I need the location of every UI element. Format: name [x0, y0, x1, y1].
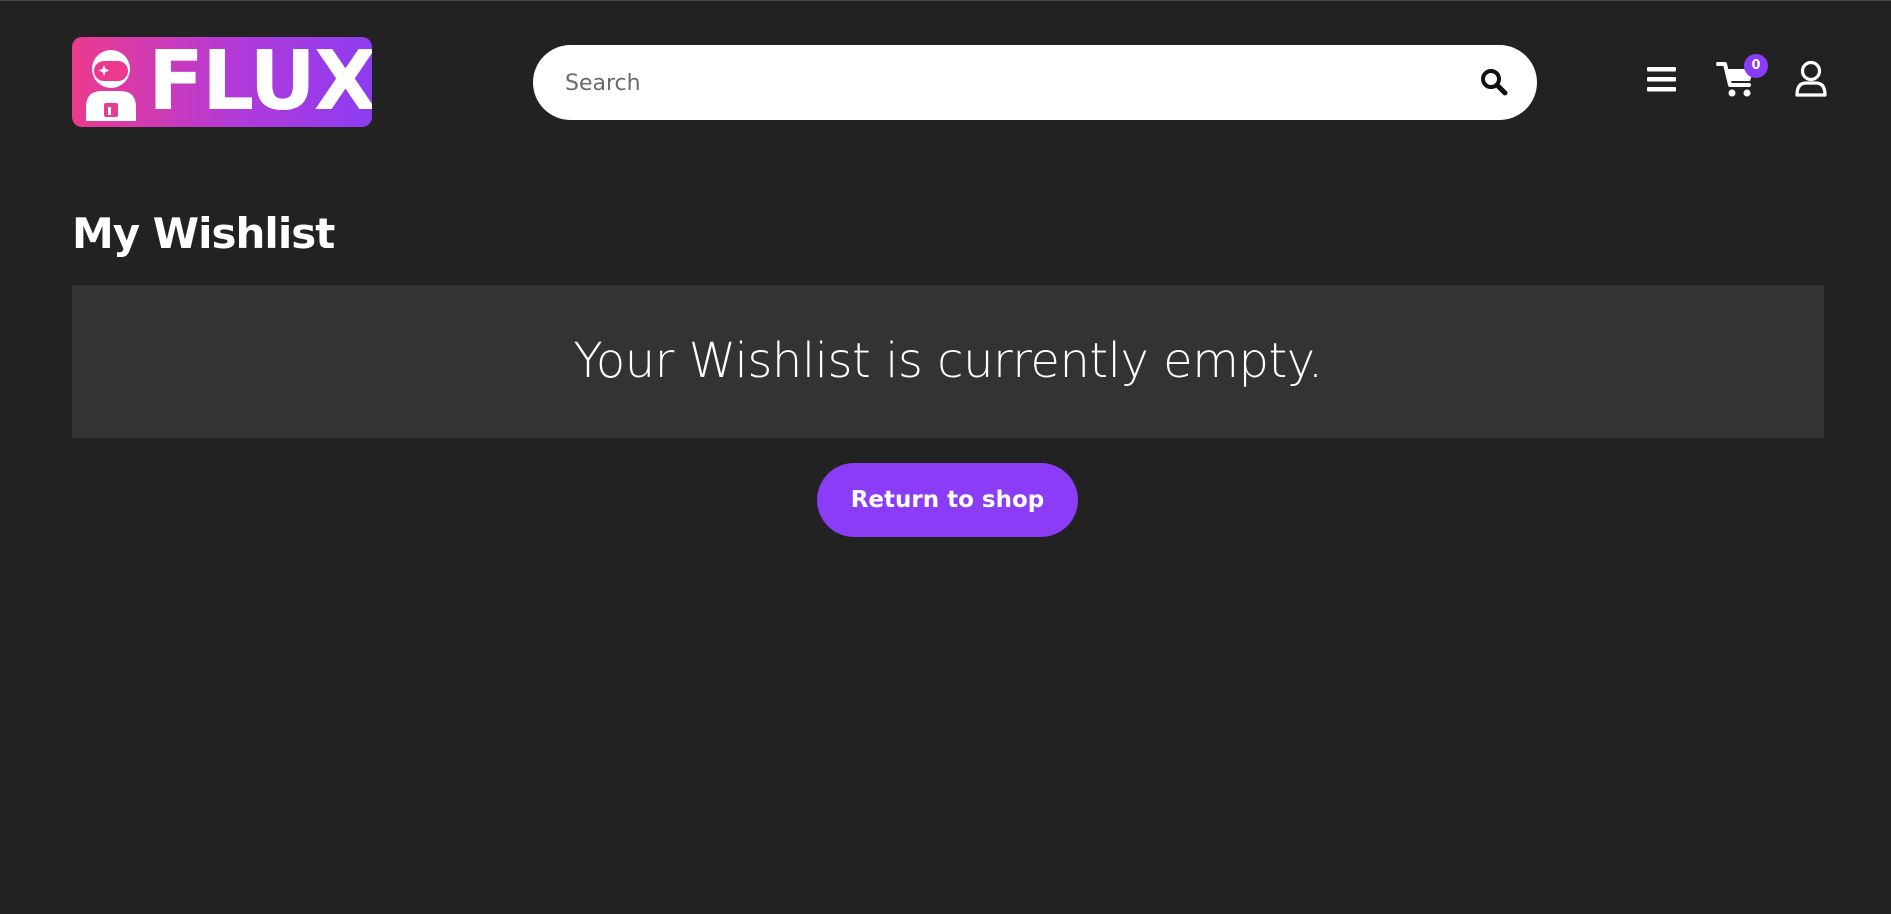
hamburger-menu-icon: [1647, 67, 1676, 92]
empty-wishlist-panel: Your Wishlist is currently empty.: [72, 285, 1824, 438]
account-button[interactable]: [1794, 60, 1828, 98]
search-button[interactable]: [1478, 66, 1510, 98]
search-bar: [533, 45, 1537, 122]
search-input[interactable]: [563, 45, 1467, 122]
logo-text: FLUX: [148, 37, 372, 127]
page-title: My Wishlist: [72, 209, 335, 258]
search-icon: [1481, 69, 1508, 96]
flux-logo[interactable]: FLUX: [72, 37, 372, 127]
cart-count-badge: 0: [1744, 54, 1768, 78]
return-to-shop-button[interactable]: Return to shop: [817, 463, 1078, 537]
empty-wishlist-message: Your Wishlist is currently empty.: [573, 333, 1323, 389]
menu-button[interactable]: [1645, 62, 1679, 96]
user-icon: [1795, 60, 1827, 97]
top-border: [0, 0, 1891, 1]
astronaut-icon: [86, 50, 136, 121]
